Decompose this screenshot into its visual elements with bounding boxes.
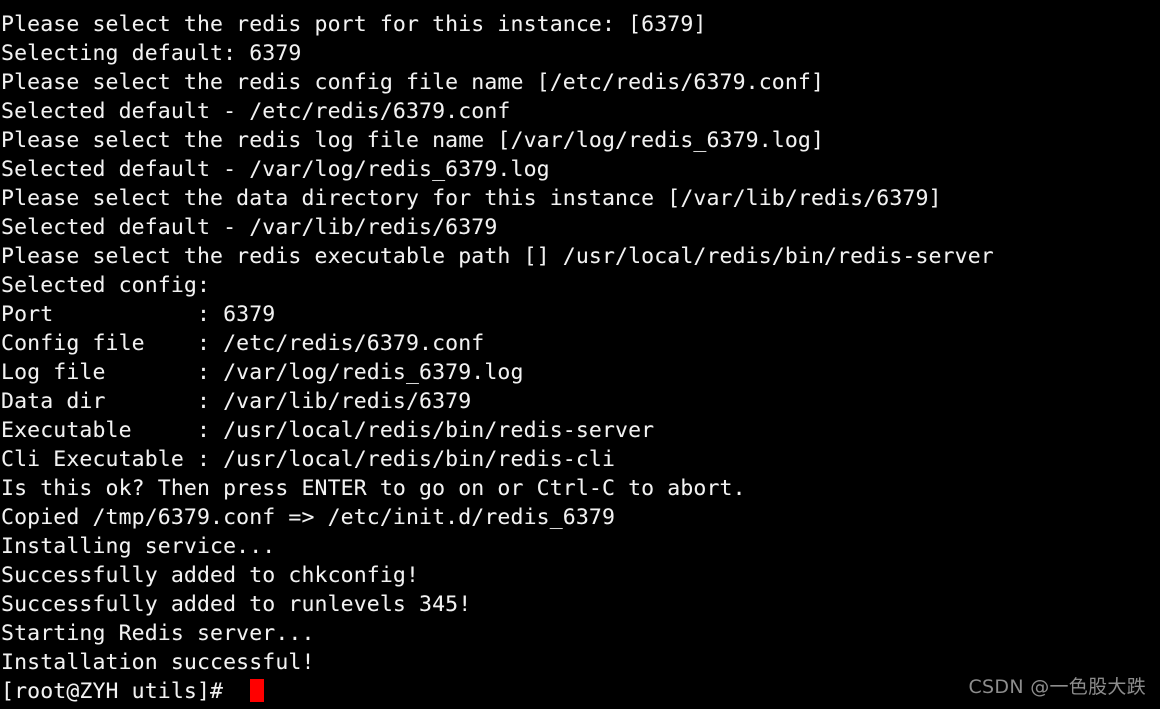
terminal-line: Please select the redis executable path … — [1, 244, 994, 269]
text-cursor — [250, 679, 265, 702]
terminal-line: Port : 6379 — [1, 302, 276, 327]
terminal-line: Please select the redis log file name [/… — [1, 128, 825, 153]
terminal-line: Please select the redis config file name… — [1, 70, 825, 95]
terminal-line: Please select the data directory for thi… — [1, 186, 942, 211]
terminal-line: Starting Redis server... — [1, 621, 315, 646]
terminal-line: Installing service... — [1, 534, 276, 559]
terminal-line: Selected default - /var/log/redis_6379.l… — [1, 157, 550, 182]
terminal-output: Please select the redis port for this in… — [1, 10, 1160, 677]
terminal-line: Is this ok? Then press ENTER to go on or… — [1, 476, 746, 501]
terminal-line: Please select the redis port for this in… — [1, 12, 707, 37]
terminal-line: Data dir : /var/lib/redis/6379 — [1, 389, 472, 414]
terminal-line: Selecting default: 6379 — [1, 41, 302, 66]
shell-prompt: [root@ZYH utils]# — [1, 679, 237, 704]
terminal-line: Installation successful! — [1, 650, 315, 675]
terminal-line: Executable : /usr/local/redis/bin/redis-… — [1, 418, 655, 443]
terminal-line: Copied /tmp/6379.conf => /etc/init.d/red… — [1, 505, 616, 530]
terminal-line: Selected config: — [1, 273, 211, 298]
terminal-window[interactable]: Please select the redis port for this in… — [0, 0, 1160, 709]
terminal-line: Successfully added to chkconfig! — [1, 563, 420, 588]
terminal-line: Config file : /etc/redis/6379.conf — [1, 331, 485, 356]
terminal-line: Selected default - /etc/redis/6379.conf — [1, 99, 511, 124]
terminal-line: Cli Executable : /usr/local/redis/bin/re… — [1, 447, 616, 472]
terminal-line: Selected default - /var/lib/redis/6379 — [1, 215, 498, 240]
csdn-watermark: CSDN @一色股大跌 — [968, 676, 1146, 698]
terminal-line: Successfully added to runlevels 345! — [1, 592, 472, 617]
terminal-line: Log file : /var/log/redis_6379.log — [1, 360, 524, 385]
